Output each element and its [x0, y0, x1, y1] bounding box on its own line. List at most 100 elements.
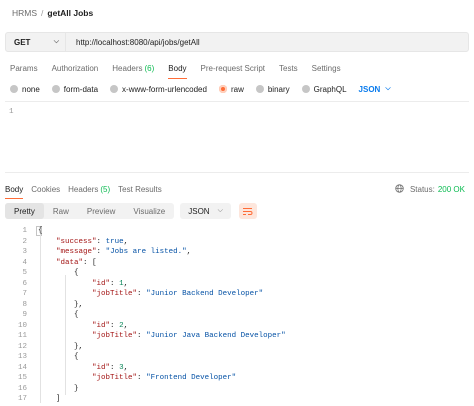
status-value[interactable]: 200 OK	[438, 185, 465, 194]
request-tabs: Params Authorization Headers (6) Body Pre…	[10, 60, 355, 79]
response-tab-cookies[interactable]: Cookies	[31, 181, 60, 197]
code-text: "message": "Jobs are listed.",	[56, 248, 192, 256]
code-text: }	[38, 384, 79, 393]
code-line: 17 ]	[5, 394, 469, 405]
line-number: 12	[17, 342, 27, 351]
radio-label: GraphQL	[313, 84, 347, 94]
radio-icon	[10, 85, 18, 93]
tab-authorization[interactable]: Authorization	[52, 60, 99, 76]
body-type-options: none form-data x-www-form-urlencoded raw…	[10, 82, 391, 96]
code-text: },	[38, 300, 84, 309]
radio-graphql[interactable]: GraphQL	[301, 84, 347, 94]
code-text: {	[38, 227, 43, 235]
radio-icon	[51, 85, 60, 93]
request-name[interactable]: getAll Jobs	[47, 8, 93, 18]
method-label: GET	[14, 37, 31, 47]
line-number: 9	[22, 311, 27, 319]
code-line: 3 "message": "Jobs are listed.",	[5, 247, 469, 258]
line-number: 1	[22, 227, 27, 235]
request-body-editor[interactable]: 1	[5, 101, 469, 173]
tab-label: Tests	[279, 63, 298, 73]
response-body[interactable]: 1 {2 "success": true, 3 "message": "Jobs a…	[5, 226, 469, 405]
view-raw-button[interactable]: Raw	[44, 203, 78, 219]
body-format-select[interactable]: JSON ⌵	[359, 85, 391, 94]
line-number: 16	[17, 384, 27, 393]
code-line: 14 "id": 3,	[5, 363, 469, 374]
response-status: Status: 200 OK	[395, 181, 465, 197]
radio-none[interactable]: none	[10, 85, 40, 94]
url-bar: GET ⌵ http://localhost:8080/api/jobs/get…	[5, 32, 469, 52]
tab-label: Cookies	[31, 184, 61, 194]
headers-count: (6)	[144, 63, 155, 73]
headers-count: (5)	[100, 184, 111, 194]
chevron-down-icon: ⌵	[217, 207, 223, 214]
view-pretty-button[interactable]: Pretty	[5, 203, 44, 219]
line-number: 17	[17, 395, 27, 403]
radio-label: x-www-form-urlencoded	[122, 84, 207, 94]
view-preview-button[interactable]: Preview	[78, 203, 124, 219]
chevron-down-icon: ⌵	[53, 38, 59, 45]
line-number: 5	[22, 269, 27, 277]
code-text: "id": 2,	[92, 321, 129, 330]
tab-headers[interactable]: Headers (6)	[112, 60, 154, 76]
wrap-lines-icon	[243, 207, 253, 215]
code-line: 6 "id": 1,	[5, 279, 469, 290]
tab-label: Settings	[311, 63, 341, 73]
line-number: 10	[17, 321, 27, 330]
tab-settings[interactable]: Settings	[312, 60, 341, 76]
tab-pre-request-script[interactable]: Pre-request Script	[201, 60, 265, 76]
response-format-label: JSON	[188, 206, 210, 216]
line-number: 13	[17, 353, 27, 361]
code-text: ]	[38, 395, 61, 403]
tab-label: Body	[5, 184, 24, 194]
code-line: 16 }	[5, 384, 469, 395]
chevron-down-icon: ⌵	[385, 85, 391, 92]
radio-selected-icon	[218, 85, 227, 93]
tab-label: Body	[168, 63, 187, 73]
tab-body[interactable]: Body	[168, 60, 187, 79]
response-tab-body[interactable]: Body	[5, 181, 24, 199]
radio-icon	[301, 85, 310, 93]
tab-label: Authorization	[51, 63, 99, 73]
code-line: 8 },	[5, 300, 469, 311]
radio-raw[interactable]: raw	[218, 85, 244, 94]
globe-icon[interactable]	[395, 183, 404, 195]
tab-params[interactable]: Params	[10, 60, 38, 76]
response-tab-headers[interactable]: Headers (5)	[68, 181, 110, 197]
wrap-lines-button[interactable]	[238, 203, 257, 219]
code-line: 4 "data": [	[5, 258, 469, 269]
response-tab-test-results[interactable]: Test Results	[118, 181, 162, 197]
method-select[interactable]: GET ⌵	[6, 33, 66, 51]
code-text: "data": [	[56, 258, 97, 267]
breadcrumb: HRMS / getAll Jobs	[12, 7, 93, 19]
tab-label: Pre-request Script	[200, 63, 265, 73]
tab-tests[interactable]: Tests	[279, 60, 298, 76]
line-number: 11	[17, 332, 27, 340]
code-line: 10 "id": 2,	[5, 321, 469, 332]
code-text: },	[38, 342, 84, 351]
radio-label: none	[22, 84, 40, 94]
radio-icon	[110, 85, 119, 93]
code-line: 15 "jobTitle": "Frontend Developer"	[5, 373, 469, 384]
radio-binary[interactable]: binary	[255, 84, 290, 94]
radio-icon	[255, 85, 264, 93]
url-input[interactable]: http://localhost:8080/api/jobs/getAll	[66, 38, 200, 47]
view-mode-group: Pretty Raw Preview Visualize	[5, 203, 175, 219]
radio-label: binary	[267, 84, 290, 94]
code-line: 5 {	[5, 268, 469, 279]
code-line: 11 "jobTitle": "Junior Java Backend Deve…	[5, 331, 469, 342]
code-text: "jobTitle": "Frontend Developer"	[92, 374, 237, 382]
code-text: {	[38, 311, 79, 319]
response-format-select[interactable]: JSON ⌵	[180, 203, 231, 219]
code-line: 13 {	[5, 352, 469, 363]
code-text: {	[38, 269, 79, 277]
view-visualize-button[interactable]: Visualize	[124, 203, 174, 219]
breadcrumb-collection[interactable]: HRMS	[12, 8, 37, 18]
radio-urlencoded[interactable]: x-www-form-urlencoded	[110, 85, 207, 94]
line-number: 6	[22, 279, 27, 288]
code-line: 2 "success": true,	[5, 237, 469, 248]
radio-form-data[interactable]: form-data	[51, 85, 98, 94]
breadcrumb-separator: /	[41, 8, 44, 18]
line-number: 2	[22, 237, 27, 246]
line-number: 1	[9, 108, 14, 116]
